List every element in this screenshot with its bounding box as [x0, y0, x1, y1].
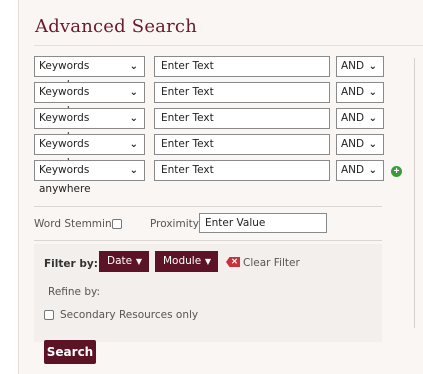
search-button[interactable]: Search [44, 340, 96, 364]
operator-select-value: AND [341, 164, 365, 176]
section-divider [34, 206, 382, 207]
field-select[interactable]: Keywords anywhere ⌄ [34, 160, 145, 195]
vertical-scrollbar[interactable] [414, 58, 415, 328]
search-term-input[interactable]: Enter Text [154, 160, 330, 181]
secondary-resources-label: Secondary Resources only [60, 309, 199, 321]
chevron-down-icon: ⌄ [368, 139, 377, 150]
operator-select[interactable]: AND ⌄ [336, 134, 384, 155]
clear-filter-link[interactable]: Clear Filter [243, 257, 300, 269]
secondary-resources-checkbox[interactable] [44, 310, 54, 320]
search-term-input[interactable]: Enter Text [154, 56, 330, 77]
proximity-label: Proximity [150, 218, 199, 230]
date-filter-dropdown[interactable]: Date ▼ [99, 251, 149, 272]
operator-select-value: AND [341, 86, 365, 98]
operator-select-value: AND [341, 60, 365, 72]
chevron-down-icon: ⌄ [368, 165, 377, 176]
module-filter-label: Module [163, 255, 202, 267]
date-filter-label: Date [107, 255, 133, 267]
field-select[interactable]: Keywords anywhere ⌄ [34, 56, 145, 91]
caret-down-icon: ▼ [135, 257, 142, 266]
chevron-down-icon: ⌄ [129, 165, 138, 176]
chevron-down-icon: ⌄ [129, 61, 138, 72]
operator-select[interactable]: AND ⌄ [336, 160, 384, 181]
operator-select[interactable]: AND ⌄ [336, 82, 384, 103]
title-divider [34, 45, 423, 46]
chevron-down-icon: ⌄ [368, 113, 377, 124]
chevron-down-icon: ⌄ [129, 139, 138, 150]
operator-select[interactable]: AND ⌄ [336, 108, 384, 129]
field-select[interactable]: Keywords anywhere ⌄ [34, 82, 145, 117]
operator-select[interactable]: AND ⌄ [336, 56, 384, 77]
chevron-down-icon: ⌄ [129, 113, 138, 124]
caret-down-icon: ▼ [204, 257, 211, 266]
search-term-input[interactable]: Enter Text [154, 82, 330, 103]
module-filter-dropdown[interactable]: Module ▼ [155, 251, 218, 272]
filter-by-label: Filter by: [44, 258, 98, 270]
field-select-value: Keywords anywhere [39, 164, 91, 195]
field-select[interactable]: Keywords anywhere ⌄ [34, 134, 145, 169]
operator-select-value: AND [341, 138, 365, 150]
word-stemming-label: Word Stemming [34, 218, 119, 230]
field-select[interactable]: Keywords anywhere ⌄ [34, 108, 145, 143]
page-title: Advanced Search [35, 16, 197, 37]
add-row-icon[interactable]: + [391, 166, 402, 177]
operator-select-value: AND [341, 112, 365, 124]
proximity-input[interactable]: Enter Value [199, 213, 327, 233]
refine-by-label: Refine by: [48, 286, 101, 298]
chevron-down-icon: ⌄ [368, 87, 377, 98]
search-term-input[interactable]: Enter Text [154, 108, 330, 129]
section-divider [34, 240, 382, 241]
chevron-down-icon: ⌄ [129, 87, 138, 98]
word-stemming-checkbox[interactable] [112, 219, 122, 229]
chevron-down-icon: ⌄ [368, 61, 377, 72]
search-term-input[interactable]: Enter Text [154, 134, 330, 155]
